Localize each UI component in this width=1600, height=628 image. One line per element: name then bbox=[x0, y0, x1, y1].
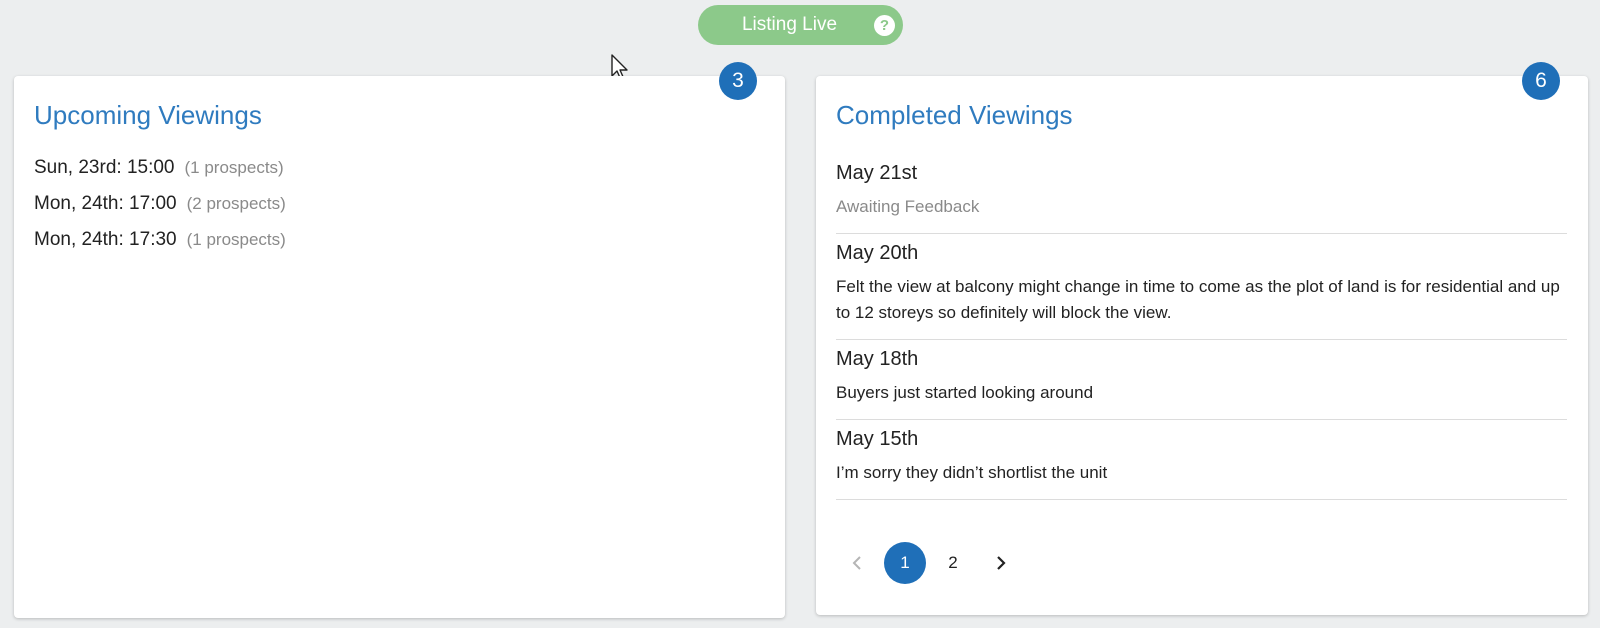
viewing-date: May 20th bbox=[836, 242, 919, 264]
prospect-count: (1 prospects) bbox=[184, 158, 284, 177]
upcoming-viewing-item[interactable]: Sun, 23rd: 15:00 (1 prospects) bbox=[34, 150, 286, 186]
viewing-time: Mon, 24th: 17:30 bbox=[34, 229, 177, 250]
viewing-date: May 21st bbox=[836, 162, 918, 184]
viewing-time: Sun, 23rd: 15:00 bbox=[34, 157, 175, 178]
pagination: 1 2 bbox=[836, 542, 1028, 584]
viewing-feedback: I’m sorry they didn’t shortlist the unit bbox=[836, 463, 1108, 482]
viewing-time: Mon, 24th: 17:00 bbox=[34, 193, 177, 214]
next-page-button[interactable] bbox=[980, 542, 1022, 584]
completed-viewings-list: May 21st Awaiting Feedback May 20th Felt… bbox=[836, 154, 1567, 500]
listing-status-label: Listing Live bbox=[741, 14, 838, 35]
upcoming-viewing-item[interactable]: Mon, 24th: 17:00 (2 prospects) bbox=[34, 186, 286, 222]
completed-viewings-title: Completed Viewings bbox=[836, 100, 1073, 130]
prospect-count: (2 prospects) bbox=[186, 194, 286, 213]
completed-viewing-item[interactable]: May 21st Awaiting Feedback bbox=[836, 154, 1567, 234]
chevron-left-icon bbox=[852, 556, 861, 570]
completed-viewing-item[interactable]: May 15th I’m sorry they didn’t shortlist… bbox=[836, 420, 1567, 500]
help-icon[interactable]: ? bbox=[874, 15, 895, 36]
listing-status-pill[interactable]: Listing Live ? bbox=[698, 5, 903, 45]
viewing-feedback: Awaiting Feedback bbox=[836, 197, 980, 216]
completed-count-badge: 6 bbox=[1522, 62, 1560, 100]
upcoming-count-badge: 3 bbox=[719, 62, 757, 100]
upcoming-viewing-item[interactable]: Mon, 24th: 17:30 (1 prospects) bbox=[34, 222, 286, 258]
previous-page-button[interactable] bbox=[836, 542, 878, 584]
upcoming-viewings-title: Upcoming Viewings bbox=[34, 100, 262, 130]
viewing-date: May 18th bbox=[836, 348, 919, 370]
viewing-feedback: Felt the view at balcony might change in… bbox=[836, 277, 1560, 322]
viewing-date: May 15th bbox=[836, 428, 919, 450]
chevron-right-icon bbox=[997, 556, 1006, 570]
upcoming-viewings-card: 3 Upcoming Viewings Sun, 23rd: 15:00 (1 … bbox=[14, 62, 785, 618]
viewing-feedback: Buyers just started looking around bbox=[836, 383, 1094, 402]
upcoming-viewings-list: Sun, 23rd: 15:00 (1 prospects) Mon, 24th… bbox=[34, 150, 286, 258]
completed-viewing-item[interactable]: May 20th Felt the view at balcony might … bbox=[836, 234, 1567, 340]
completed-viewing-item[interactable]: May 18th Buyers just started looking aro… bbox=[836, 340, 1567, 420]
completed-viewings-card: 6 Completed Viewings May 21st Awaiting F… bbox=[816, 62, 1588, 615]
page-2-button[interactable]: 2 bbox=[932, 542, 974, 584]
page-1-button[interactable]: 1 bbox=[884, 542, 926, 584]
prospect-count: (1 prospects) bbox=[186, 230, 286, 249]
